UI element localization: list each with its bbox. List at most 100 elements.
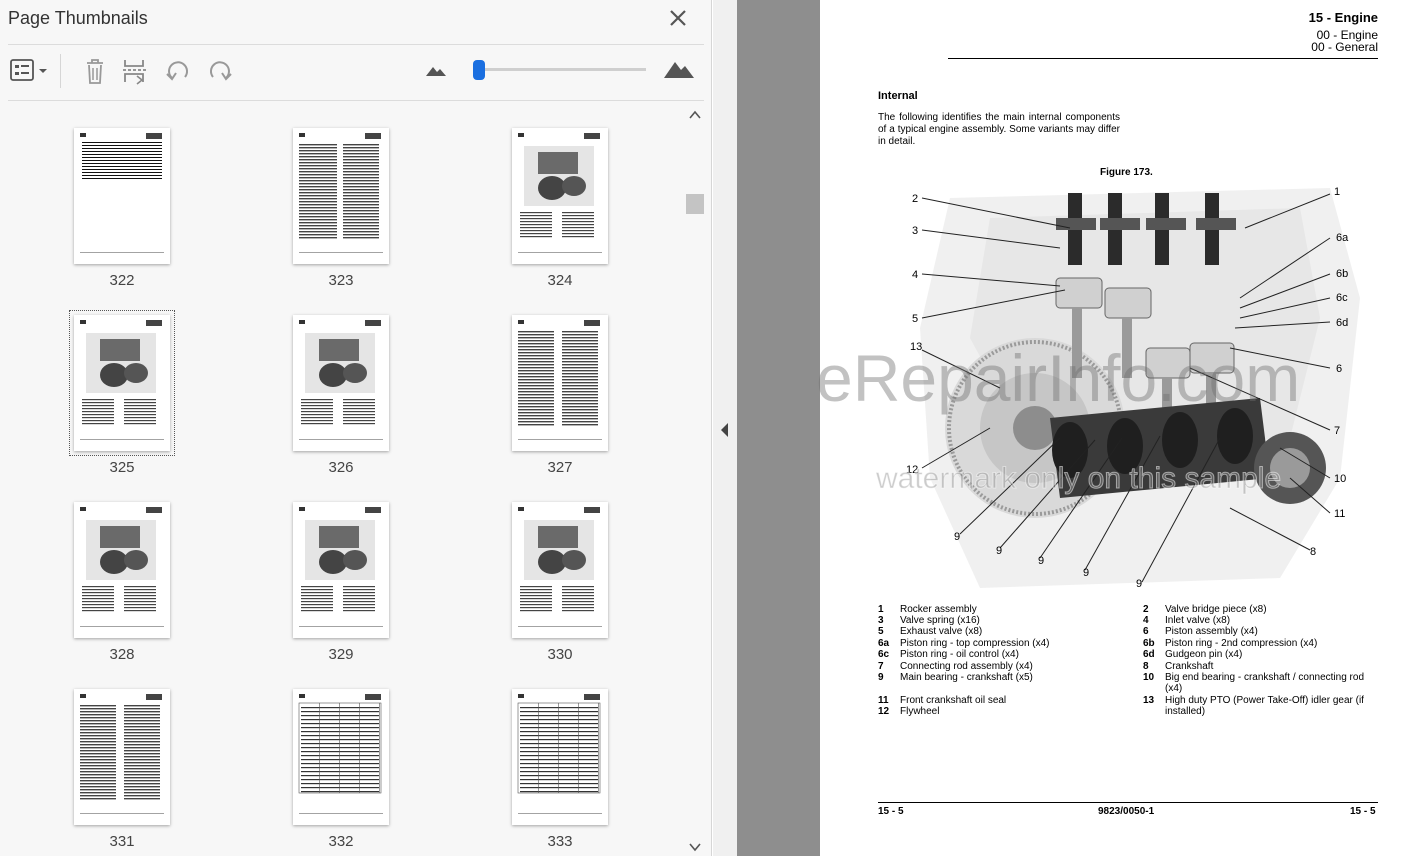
legend-key: 10 bbox=[1143, 672, 1155, 683]
callout-label: 3 bbox=[912, 225, 918, 237]
scroll-up-icon[interactable] bbox=[689, 110, 701, 120]
thumbnail-page-number: 330 bbox=[547, 646, 573, 663]
legend-key: 2 bbox=[1143, 604, 1149, 615]
delete-icon[interactable] bbox=[80, 56, 110, 86]
legend-value: Piston assembly (x4) bbox=[1165, 626, 1258, 637]
footer-page-left: 15 - 5 bbox=[878, 806, 904, 817]
legend-value: Rocker assembly bbox=[900, 604, 977, 615]
thumbnail-page-preview[interactable] bbox=[293, 689, 389, 825]
callout-label: 9 bbox=[1136, 578, 1142, 590]
thumbnail-page-preview[interactable] bbox=[293, 502, 389, 638]
thumbnail-item[interactable]: 322 bbox=[74, 128, 184, 308]
legend-key: 9 bbox=[878, 672, 884, 683]
extract-pages-icon[interactable] bbox=[120, 56, 150, 86]
thumbnail-page-preview[interactable] bbox=[512, 128, 608, 264]
thumbnail-scrollbar[interactable] bbox=[686, 104, 706, 856]
legend-key: 6b bbox=[1143, 638, 1155, 649]
legend-value: Front crankshaft oil seal bbox=[900, 695, 1007, 706]
legend-key: 4 bbox=[1143, 615, 1149, 626]
legend-key: 7 bbox=[878, 661, 884, 672]
rotate-counterclockwise-icon[interactable] bbox=[163, 56, 193, 86]
legend-key: 6c bbox=[878, 649, 890, 660]
section-heading: Internal bbox=[878, 90, 918, 102]
legend-value: Piston ring - oil control (x4) bbox=[900, 649, 1019, 660]
divider bbox=[8, 44, 704, 45]
thumbnail-page-number: 331 bbox=[109, 833, 135, 850]
legend-value: Connecting rod assembly (x4) bbox=[900, 661, 1033, 672]
collapse-panel-icon[interactable] bbox=[718, 420, 732, 445]
page-header-subtitle: 00 - General bbox=[1311, 40, 1378, 54]
thumbnail-item[interactable]: 332 bbox=[293, 689, 403, 856]
close-icon[interactable] bbox=[666, 6, 690, 30]
thumbnail-item[interactable]: 327 bbox=[512, 315, 622, 495]
toolbar-separator bbox=[60, 54, 61, 88]
thumbnail-item[interactable]: 328 bbox=[74, 502, 184, 682]
thumbnail-page-preview[interactable] bbox=[74, 502, 170, 638]
thumbnail-page-number: 328 bbox=[109, 646, 135, 663]
thumbnail-item[interactable]: 331 bbox=[74, 689, 184, 856]
callout-label: 1 bbox=[1334, 186, 1340, 198]
thumbnail-page-preview[interactable] bbox=[512, 502, 608, 638]
thumbnail-item[interactable]: 324 bbox=[512, 128, 622, 308]
callout-label: 9 bbox=[954, 531, 960, 543]
thumbnail-page-number: 332 bbox=[328, 833, 354, 850]
legend-key: 3 bbox=[878, 615, 884, 626]
callout-label: 9 bbox=[996, 545, 1002, 557]
thumbnail-page-preview[interactable] bbox=[74, 128, 170, 264]
thumbnail-page-preview[interactable] bbox=[293, 128, 389, 264]
callout-label: 6b bbox=[1336, 268, 1348, 280]
thumbnail-page-preview[interactable] bbox=[512, 689, 608, 825]
legend-value: Valve bridge piece (x8) bbox=[1165, 604, 1267, 615]
thumbnails-panel: Page Thumbnails 322 323 324 325 326 327 … bbox=[0, 0, 712, 856]
scrollbar-thumb[interactable] bbox=[686, 194, 704, 214]
thumbnail-item[interactable]: 323 bbox=[293, 128, 403, 308]
callout-label: 6d bbox=[1336, 317, 1348, 329]
thumbnail-page-number: 322 bbox=[109, 272, 135, 289]
legend-key: 6 bbox=[1143, 626, 1149, 637]
thumbnail-item[interactable]: 330 bbox=[512, 502, 622, 682]
thumbnail-page-preview[interactable] bbox=[293, 315, 389, 451]
thumbnail-options-icon[interactable] bbox=[8, 56, 52, 86]
large-mountain-icon[interactable] bbox=[662, 56, 696, 82]
thumbnail-page-number: 324 bbox=[547, 272, 573, 289]
figure-caption: Figure 173. bbox=[1100, 167, 1153, 178]
callout-label: 7 bbox=[1334, 425, 1340, 437]
thumbnail-page-number: 327 bbox=[547, 459, 573, 476]
thumbnail-page-preview[interactable] bbox=[512, 315, 608, 451]
thumbnail-item[interactable]: 329 bbox=[293, 502, 403, 682]
legend-key: 1 bbox=[878, 604, 884, 615]
callout-label: 6a bbox=[1336, 232, 1349, 244]
rotate-clockwise-icon[interactable] bbox=[205, 56, 235, 86]
legend-key: 13 bbox=[1143, 695, 1155, 706]
thumbnail-item[interactable]: 326 bbox=[293, 315, 403, 495]
thumbnail-page-preview[interactable] bbox=[74, 689, 170, 825]
legend-value: Piston ring - 2nd compression (x4) bbox=[1165, 638, 1318, 649]
thumbnail-page-number: 333 bbox=[547, 833, 573, 850]
legend-value: Inlet valve (x8) bbox=[1165, 615, 1231, 626]
thumbnail-toolbar bbox=[0, 46, 712, 98]
scroll-down-icon[interactable] bbox=[689, 842, 701, 852]
thumbnail-page-number: 329 bbox=[328, 646, 354, 663]
legend-key: 5 bbox=[878, 626, 884, 637]
zoom-slider-thumb[interactable] bbox=[473, 60, 485, 80]
thumbnail-page-preview[interactable] bbox=[69, 310, 175, 456]
legend-value: Main bearing - crankshaft (x5) bbox=[900, 672, 1033, 683]
small-mountain-icon[interactable] bbox=[424, 60, 448, 80]
pdf-viewer: Page Thumbnails 322 323 324 325 326 327 … bbox=[0, 0, 1427, 856]
zoom-slider-track[interactable] bbox=[478, 68, 646, 71]
legend-key: 8 bbox=[1143, 661, 1149, 672]
callout-label: 6 bbox=[1336, 363, 1342, 375]
thumbnail-item[interactable]: 325 bbox=[69, 310, 184, 495]
callout-label: 8 bbox=[1310, 546, 1316, 558]
footer-rule bbox=[878, 802, 1378, 803]
callout-label: 10 bbox=[1334, 473, 1346, 485]
legend-value: Flywheel bbox=[900, 706, 940, 717]
thumbnail-page-number: 323 bbox=[328, 272, 354, 289]
thumbnail-page-number: 326 bbox=[328, 459, 354, 476]
page-header-title: 15 - Engine bbox=[1308, 10, 1378, 25]
thumbnail-grid: 322 323 324 325 326 327 328 329 330 331 332 333 bbox=[10, 104, 684, 856]
legend-value: Exhaust valve (x8) bbox=[900, 626, 983, 637]
thumbnail-item[interactable]: 333 bbox=[512, 689, 622, 856]
legend-key: 12 bbox=[878, 706, 890, 717]
legend-key: 6d bbox=[1143, 649, 1155, 660]
